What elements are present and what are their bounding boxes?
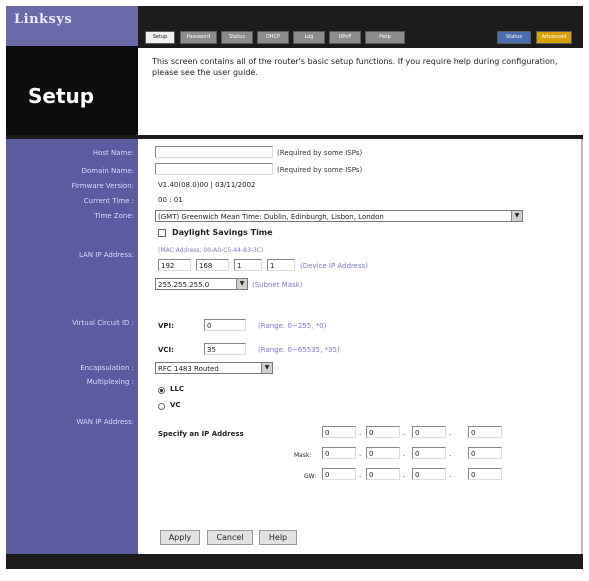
domain-name-label: Domain Name:: [81, 167, 134, 175]
encapsulation-label: Encapsulation :: [80, 364, 134, 372]
encapsulation-value: RFC 1483 Routed: [158, 365, 219, 373]
tab-advanced[interactable]: Advanced: [536, 31, 572, 44]
wan-gw-octet-4[interactable]: 0: [468, 468, 502, 480]
dot-separator: .: [449, 450, 452, 458]
multiplexing-label: Multiplexing :: [86, 378, 134, 386]
mux-vc-radio[interactable]: [158, 403, 165, 410]
specify-ip-label: Specify an IP Address: [158, 430, 244, 438]
wan-mask-octet-2[interactable]: 0: [366, 447, 400, 459]
firmware-version-value: V1.40(08.0)00 | 03/11/2002: [158, 181, 256, 189]
encapsulation-select[interactable]: RFC 1483 Routed ▼: [155, 362, 273, 374]
lan-ip-label: LAN IP Address:: [78, 251, 134, 259]
device-ip-note: (Device IP Address): [300, 262, 369, 270]
host-name-input[interactable]: [155, 146, 273, 158]
host-name-label: Host Name:: [92, 149, 134, 157]
dot-separator: .: [359, 429, 362, 437]
wan-gw-octet-3[interactable]: 0: [412, 468, 446, 480]
tab-help[interactable]: Help: [365, 31, 405, 44]
apply-button[interactable]: Apply: [160, 530, 200, 545]
wan-ip-octet-4[interactable]: 0: [468, 426, 502, 438]
tab-log[interactable]: Log: [293, 31, 325, 44]
vci-label: VCI:: [158, 346, 174, 354]
domain-name-note: (Required by some ISPs): [277, 166, 363, 174]
lan-ip-octet-3[interactable]: 1: [234, 259, 262, 271]
firmware-version-label: Firmware Version:: [71, 182, 134, 190]
mac-address: (MAC Address: 00-A0-C5-44-83-3C): [158, 247, 264, 254]
current-time-value: 00 : 01: [158, 196, 183, 204]
subnet-mask-note: (Subnet Mask): [252, 281, 303, 289]
dot-separator: .: [449, 429, 452, 437]
time-zone-select[interactable]: (GMT) Greenwich Mean Time: Dublin, Edinb…: [155, 210, 523, 222]
subnet-mask-select[interactable]: 255.255.255.0 ▼: [155, 278, 248, 290]
dot-separator: .: [359, 471, 362, 479]
lan-ip-octet-4[interactable]: 1: [267, 259, 295, 271]
cancel-button[interactable]: Cancel: [207, 530, 253, 545]
help-button[interactable]: Help: [259, 530, 297, 545]
divider: [138, 135, 583, 139]
linksys-logo: Linksys: [14, 12, 73, 27]
chevron-down-icon: ▼: [511, 211, 522, 221]
wan-ip-octet-3[interactable]: 0: [412, 426, 446, 438]
lan-ip-octet-1[interactable]: 192: [158, 259, 191, 271]
page-description: This screen contains all of the router's…: [152, 57, 558, 77]
wan-mask-octet-4[interactable]: 0: [468, 447, 502, 459]
subnet-mask-value: 255.255.255.0: [158, 281, 210, 289]
dot-separator: .: [403, 471, 406, 479]
time-zone-value: (GMT) Greenwich Mean Time: Dublin, Edinb…: [158, 213, 384, 221]
lan-ip-octet-2[interactable]: 168: [196, 259, 229, 271]
virtual-circuit-label: Virtual Circuit ID :: [72, 319, 134, 327]
wan-gw-octet-2[interactable]: 0: [366, 468, 400, 480]
wan-ip-label: WAN IP Address:: [76, 418, 134, 426]
mux-vc-label: VC: [170, 401, 181, 409]
wan-gw-octet-1[interactable]: 0: [322, 468, 356, 480]
chevron-down-icon: ▼: [236, 279, 247, 289]
wan-mask-octet-1[interactable]: 0: [322, 447, 356, 459]
wan-gw-label: GW:: [304, 473, 317, 480]
wan-mask-octet-3[interactable]: 0: [412, 447, 446, 459]
dot-separator: .: [449, 471, 452, 479]
time-zone-label: Time Zone:: [94, 212, 134, 220]
vpi-label: VPI:: [158, 322, 174, 330]
page-title: Setup: [28, 84, 95, 108]
dot-separator: .: [359, 450, 362, 458]
mux-llc-label: LLC: [170, 385, 185, 393]
daylight-savings-label: Daylight Savings Time: [172, 228, 273, 237]
footer-bar: [6, 554, 583, 569]
tab-status-right[interactable]: Status: [497, 31, 531, 44]
header-top-bar: [138, 6, 583, 28]
vpi-range-note: (Range: 0~255, *0): [258, 322, 327, 330]
tab-status[interactable]: Status: [221, 31, 253, 44]
dot-separator: .: [403, 450, 406, 458]
current-time-label: Current Time :: [83, 197, 134, 205]
tab-dhcp[interactable]: DHCP: [257, 31, 289, 44]
wan-mask-label: Mask:: [294, 452, 312, 459]
tab-password[interactable]: Password: [180, 31, 217, 44]
vpi-input[interactable]: 0: [204, 319, 246, 331]
right-border: [581, 139, 583, 554]
chevron-down-icon: ▼: [261, 363, 272, 373]
host-name-note: (Required by some ISPs): [277, 149, 363, 157]
mux-llc-radio[interactable]: [158, 387, 165, 394]
daylight-savings-checkbox[interactable]: [158, 229, 166, 237]
wan-ip-octet-2[interactable]: 0: [366, 426, 400, 438]
domain-name-input[interactable]: [155, 163, 273, 175]
vci-input[interactable]: 35: [204, 343, 246, 355]
vci-range-note: (Range: 0~65535, *35): [258, 346, 340, 354]
tab-upnp[interactable]: UPnP: [329, 31, 361, 44]
tab-setup[interactable]: Setup: [145, 31, 175, 44]
dot-separator: .: [403, 429, 406, 437]
wan-ip-octet-1[interactable]: 0: [322, 426, 356, 438]
